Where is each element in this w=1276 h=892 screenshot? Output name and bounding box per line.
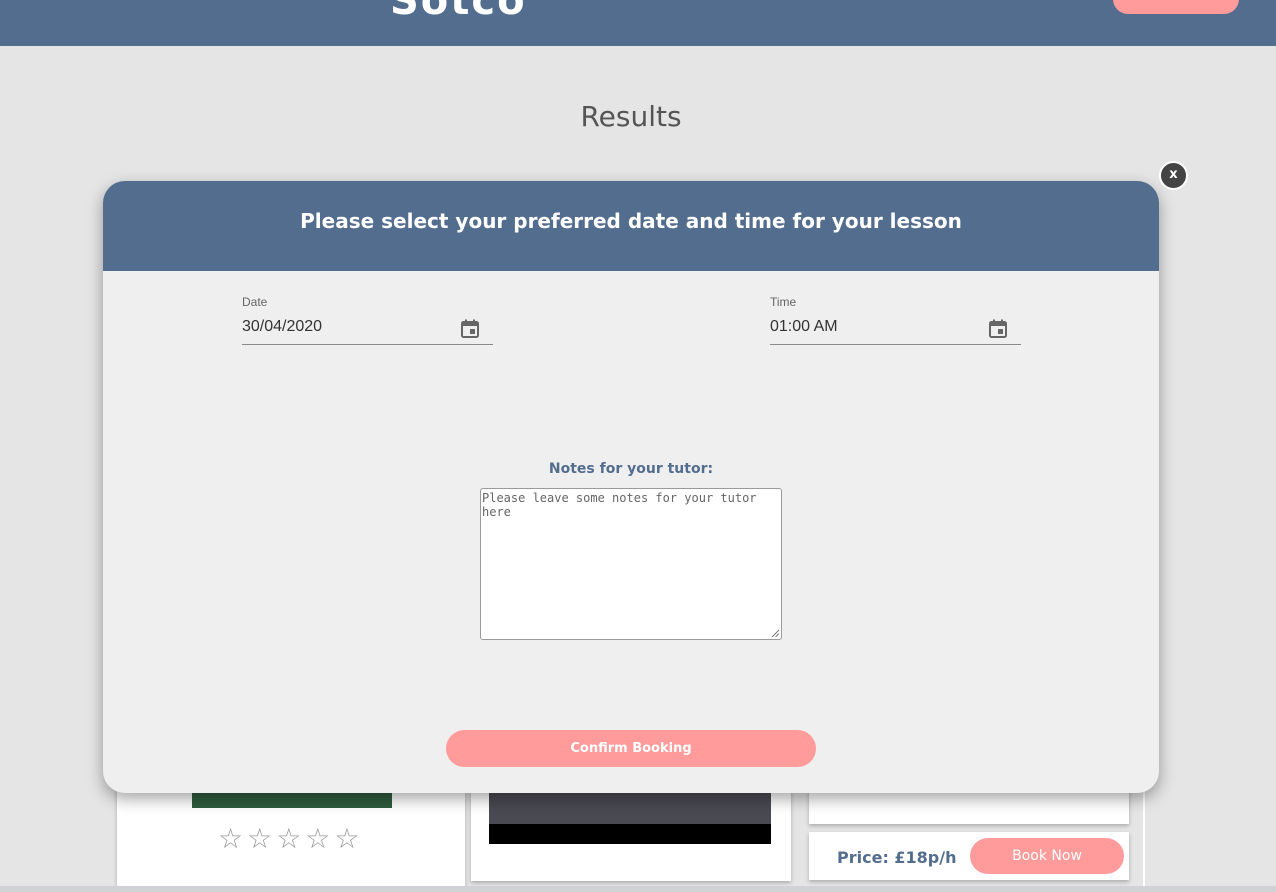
brand-logo[interactable]: Sotco xyxy=(390,0,527,24)
bottom-strip xyxy=(0,886,1276,892)
modal-title: Please select your preferred date and ti… xyxy=(300,209,962,233)
time-value[interactable]: 01:00 AM xyxy=(770,318,838,336)
price-label: Price: £18p/h xyxy=(837,848,957,867)
confirm-booking-button[interactable]: Confirm Booking xyxy=(446,730,816,767)
calendar-icon[interactable] xyxy=(461,319,479,338)
search-tutors-button[interactable]: Search Tutors xyxy=(1113,0,1239,14)
booking-modal: Please select your preferred date and ti… xyxy=(103,181,1159,793)
rating-stars[interactable]: ☆☆☆☆☆ xyxy=(218,822,364,855)
resize-grip-icon[interactable] xyxy=(771,629,780,638)
price-card: Price: £18p/h Book Now xyxy=(809,832,1129,880)
close-modal-button[interactable]: x xyxy=(1159,161,1188,190)
top-navbar: Sotco Search Tutors xyxy=(0,0,1276,46)
date-field[interactable]: Date 30/04/2020 xyxy=(242,295,493,345)
video-controls-bar[interactable] xyxy=(489,824,771,844)
notes-textarea[interactable] xyxy=(480,488,782,640)
page-title: Results xyxy=(580,100,682,133)
date-value[interactable]: 30/04/2020 xyxy=(242,318,322,336)
book-now-button[interactable]: Book Now xyxy=(970,838,1124,874)
calendar-icon[interactable] xyxy=(989,319,1007,338)
time-field[interactable]: Time 01:00 AM xyxy=(770,295,1021,345)
time-label: Time xyxy=(770,295,797,309)
notes-label: Notes for your tutor: xyxy=(548,461,714,477)
date-label: Date xyxy=(242,295,268,309)
modal-header: Please select your preferred date and ti… xyxy=(103,181,1159,271)
